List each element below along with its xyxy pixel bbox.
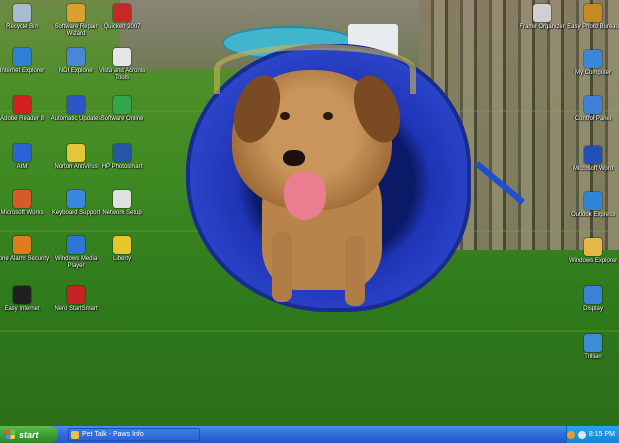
desktop-icon[interactable]: Software Online: [92, 96, 152, 123]
start-button[interactable]: start: [0, 426, 58, 443]
desktop-icon-label: Windows Explorer: [568, 258, 618, 264]
desktop-icon-label: Network Setup: [102, 210, 142, 216]
norton-icon: [67, 144, 85, 162]
windows-flag-icon: [6, 430, 15, 439]
easy-internet-icon: [13, 286, 31, 304]
desktop-icon-label: Software Online: [100, 116, 144, 122]
desktop-icon-label: Trillian: [584, 354, 602, 360]
desktop-icon[interactable]: Display: [563, 286, 619, 313]
clock: 8:15 PM: [588, 431, 615, 438]
aim-icon: [13, 144, 31, 162]
dog-eye: [280, 112, 290, 120]
media-player-icon: [67, 236, 85, 254]
tools-icon: [113, 48, 131, 66]
desktop-icon[interactable]: AIM: [0, 144, 52, 171]
desktop-icon[interactable]: Outlook Express: [563, 192, 619, 219]
desktop[interactable]: Recycle Bin Software Repair Wizard Quicken…: [0, 0, 619, 426]
desktop-icon-label: HP Photosmart: [101, 164, 143, 170]
browser-window-icon: [71, 430, 79, 439]
desktop-icon[interactable]: Quicken 2007: [92, 4, 152, 31]
desktop-icon[interactable]: Control Panel: [563, 96, 619, 123]
windows-explorer-icon: [584, 238, 602, 256]
ndi-explorer-icon: [67, 48, 85, 66]
desktop-icon-label: Zone Alarm Security: [0, 256, 50, 262]
dog-leg: [272, 232, 292, 302]
desktop-icon-label: Vista and Acronis Tools: [98, 68, 146, 81]
desktop-icon[interactable]: Windows Explorer: [563, 238, 619, 265]
desktop-icon[interactable]: HP Photosmart: [92, 144, 152, 171]
desktop-icon-label: Recycle Bin: [6, 24, 38, 30]
desktop-icon[interactable]: Zone Alarm Security: [0, 236, 52, 263]
desktop-icon-label: Microsoft Works: [0, 210, 44, 216]
system-tray: 8:15 PM: [566, 426, 619, 443]
my-computer-icon: [584, 50, 602, 68]
desktop-icon-label: My Computer: [574, 70, 611, 76]
desktop-icon[interactable]: My Computer: [563, 50, 619, 77]
desktop-icon[interactable]: Liberty: [92, 236, 152, 263]
taskbar-window-button[interactable]: Pet Talk - Paws Info: [68, 428, 200, 441]
desktop-icon-label: Quicken 2007: [103, 24, 141, 30]
desktop-icon-label: Easy Internet: [4, 306, 40, 312]
frame-organizer-icon: [533, 4, 551, 22]
tray-volume-icon[interactable]: [577, 430, 586, 439]
adobe-reader-icon: [13, 96, 31, 114]
tray-security-icon[interactable]: [566, 430, 575, 439]
dog-nose: [283, 150, 305, 166]
control-panel-icon: [584, 96, 602, 114]
software-online-icon: [113, 96, 131, 114]
liberty-icon: [113, 236, 131, 254]
desktop-icon-label: Adobe Reader 8: [0, 116, 44, 122]
quicken-icon: [113, 4, 131, 22]
desktop-icon-label: AIM: [16, 164, 28, 170]
desktop-icon-label: Easy Photo Bureau: [567, 24, 619, 30]
desktop-icon[interactable]: Trillian: [563, 334, 619, 361]
dog-eye: [323, 112, 333, 120]
desktop-icon[interactable]: Network Setup: [92, 190, 152, 217]
dog-tongue: [284, 172, 326, 220]
desktop-icon-label: Liberty: [112, 256, 131, 262]
desktop-icon[interactable]: Nero StartSmart: [46, 286, 106, 313]
desktop-icon-label: Outlook Express: [570, 212, 616, 218]
desktop-icon-label: Microsoft Word: [572, 166, 614, 172]
network-setup-icon: [113, 190, 131, 208]
trillian-icon: [584, 334, 602, 352]
desktop-icon[interactable]: Easy Photo Bureau: [563, 4, 619, 31]
desktop-icon[interactable]: Vista and Acronis Tools: [92, 48, 152, 82]
hp-photosmart-icon: [113, 144, 131, 162]
desktop-icon-label: Internet Explorer: [0, 68, 45, 74]
word-icon: [584, 146, 602, 164]
start-label: start: [19, 429, 39, 440]
desktop-icon[interactable]: Easy Internet: [0, 286, 52, 313]
photo-bureau-icon: [584, 4, 602, 22]
repair-wizard-icon: [67, 4, 85, 22]
works-icon: [13, 190, 31, 208]
dog-leg: [345, 236, 365, 306]
updates-icon: [67, 96, 85, 114]
grass-texture: [0, 330, 619, 332]
taskbar-window-title: Pet Talk - Paws Info: [82, 431, 144, 438]
desktop-icon[interactable]: Microsoft Word: [563, 146, 619, 173]
desktop-icon[interactable]: Internet Explorer: [0, 48, 52, 75]
desktop-icon[interactable]: Recycle Bin: [0, 4, 52, 31]
outlook-icon: [584, 192, 602, 210]
nero-icon: [67, 286, 85, 304]
desktop-icon-label: Control Panel: [574, 116, 612, 122]
desktop-icon-label: Display: [583, 306, 603, 312]
recycle-bin-icon: [13, 4, 31, 22]
desktop-icon[interactable]: Adobe Reader 8: [0, 96, 52, 123]
taskbar: start Pet Talk - Paws Info 8:15 PM: [0, 426, 619, 443]
desktop-icon[interactable]: Microsoft Works: [0, 190, 52, 217]
zone-alarm-icon: [13, 236, 31, 254]
display-icon: [584, 286, 602, 304]
desktop-icon-label: Nero StartSmart: [54, 306, 98, 312]
internet-explorer-icon: [13, 48, 31, 66]
keyboard-support-icon: [67, 190, 85, 208]
